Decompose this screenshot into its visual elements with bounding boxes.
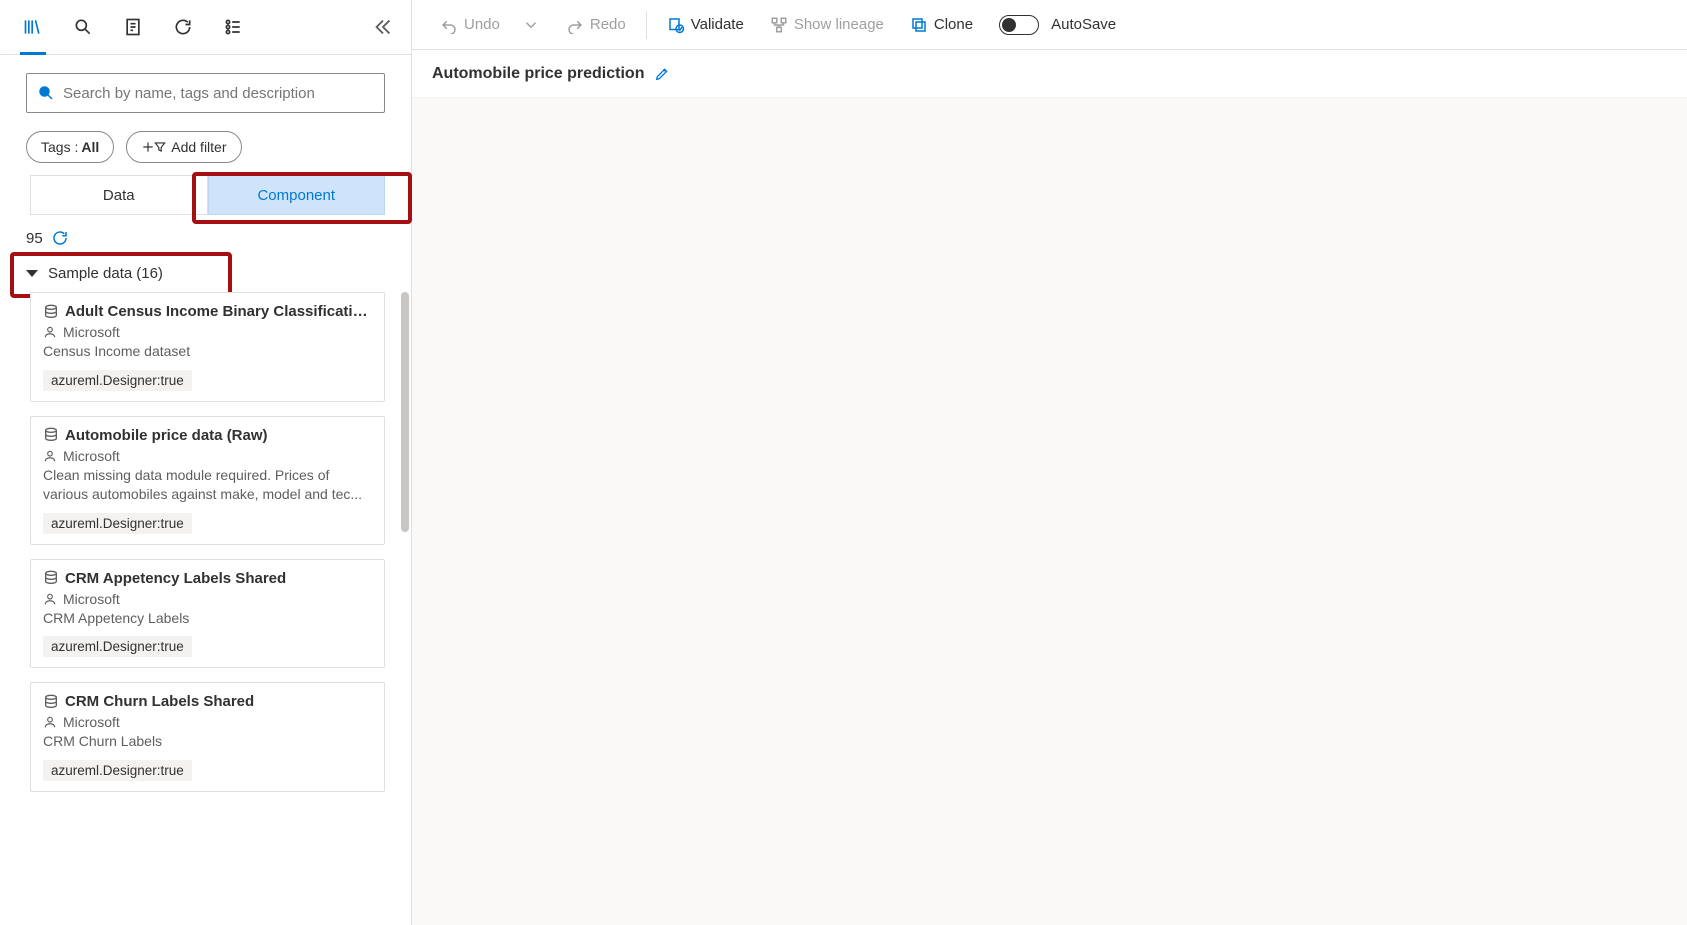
refresh-count-icon[interactable] (51, 229, 69, 247)
show-lineage-button[interactable]: Show lineage (760, 9, 894, 41)
asset-card[interactable]: CRM Churn Labels Shared Microsoft CRM Ch… (30, 682, 385, 792)
autosave-toggle[interactable]: AutoSave (989, 9, 1126, 41)
add-filter-label: Add filter (171, 139, 226, 155)
lineage-icon (770, 16, 788, 34)
section-header-sample-data[interactable]: Sample data (16) (0, 255, 411, 292)
right-area: Undo Redo Validate Show lineage Clone Au… (412, 0, 1687, 925)
card-author: Microsoft (63, 324, 120, 340)
left-panel: Tags : All Add filter Data Component 95 … (0, 0, 412, 925)
redo-button[interactable]: Redo (556, 9, 636, 41)
toggle-switch[interactable] (999, 15, 1039, 35)
section-name: Sample data (48, 265, 132, 282)
tab-component[interactable]: Component (208, 175, 386, 215)
undo-icon (440, 16, 458, 34)
validate-button[interactable]: Validate (657, 9, 754, 41)
dataset-icon (43, 427, 59, 443)
person-icon (43, 449, 57, 463)
card-author: Microsoft (63, 714, 120, 730)
search-icon (37, 84, 55, 102)
undo-button[interactable]: Undo (430, 9, 510, 41)
edit-icon[interactable] (654, 66, 670, 82)
tags-pill-value: All (81, 139, 99, 155)
show-lineage-label: Show lineage (794, 16, 884, 33)
person-icon (43, 592, 57, 606)
dataset-icon (43, 694, 59, 710)
card-title: Adult Census Income Binary Classificatio… (65, 303, 372, 320)
add-filter-pill[interactable]: Add filter (126, 131, 241, 163)
autosave-label: AutoSave (1051, 16, 1116, 33)
card-tag: azureml.Designer:true (43, 513, 192, 534)
card-title: Automobile price data (Raw) (65, 427, 372, 444)
notes-tab-icon[interactable] (108, 0, 158, 55)
card-tag: azureml.Designer:true (43, 636, 192, 657)
card-title: CRM Appetency Labels Shared (65, 570, 372, 587)
asset-card[interactable]: Adult Census Income Binary Classificatio… (30, 292, 385, 402)
filters-row: Tags : All Add filter (0, 123, 411, 175)
pipeline-title-row: Automobile price prediction (412, 50, 1687, 98)
card-title: CRM Churn Labels Shared (65, 693, 372, 710)
search-tab-icon[interactable] (58, 0, 108, 55)
search-box[interactable] (26, 73, 385, 113)
dataset-icon (43, 304, 59, 320)
asset-card[interactable]: Automobile price data (Raw) Microsoft Cl… (30, 416, 385, 545)
pipeline-canvas[interactable] (412, 98, 1687, 925)
refresh-tab-icon[interactable] (158, 0, 208, 55)
card-description: CRM Appetency Labels (43, 609, 372, 629)
dataset-icon (43, 570, 59, 586)
search-input[interactable] (63, 85, 374, 102)
search-row (0, 55, 411, 123)
person-icon (43, 715, 57, 729)
validate-label: Validate (691, 16, 744, 33)
chevron-down-icon (26, 270, 38, 277)
card-description: Clean missing data module required. Pric… (43, 466, 372, 505)
item-count: 95 (26, 230, 43, 247)
tabs-row: Data Component (0, 175, 411, 215)
toolbar-separator (646, 11, 647, 39)
clone-icon (910, 16, 928, 34)
scrollbar-thumb[interactable] (401, 292, 409, 532)
card-tag: azureml.Designer:true (43, 370, 192, 391)
filter-icon (153, 140, 167, 154)
undo-dropdown[interactable] (512, 9, 550, 41)
tags-pill-prefix: Tags : (41, 139, 78, 155)
card-description: CRM Churn Labels (43, 732, 372, 752)
collapse-panel-button[interactable] (363, 7, 403, 47)
undo-label: Undo (464, 16, 500, 33)
card-tag: azureml.Designer:true (43, 760, 192, 781)
top-icon-bar (0, 0, 411, 55)
person-icon (43, 325, 57, 339)
tab-data[interactable]: Data (30, 175, 208, 215)
asset-list: Adult Census Income Binary Classificatio… (0, 292, 411, 925)
card-description: Census Income dataset (43, 342, 372, 362)
chevron-down-icon (522, 16, 540, 34)
section-count: (16) (136, 265, 163, 282)
card-author: Microsoft (63, 448, 120, 464)
validate-icon (667, 16, 685, 34)
card-author: Microsoft (63, 591, 120, 607)
pipeline-title: Automobile price prediction (432, 65, 644, 83)
tags-pill[interactable]: Tags : All (26, 131, 114, 163)
redo-icon (566, 16, 584, 34)
count-row: 95 (0, 215, 411, 255)
library-tab-icon[interactable] (8, 0, 58, 55)
settings-list-tab-icon[interactable] (208, 0, 258, 55)
asset-card[interactable]: CRM Appetency Labels Shared Microsoft CR… (30, 559, 385, 669)
top-toolbar: Undo Redo Validate Show lineage Clone Au… (412, 0, 1687, 50)
clone-button[interactable]: Clone (900, 9, 983, 41)
redo-label: Redo (590, 16, 626, 33)
clone-label: Clone (934, 16, 973, 33)
